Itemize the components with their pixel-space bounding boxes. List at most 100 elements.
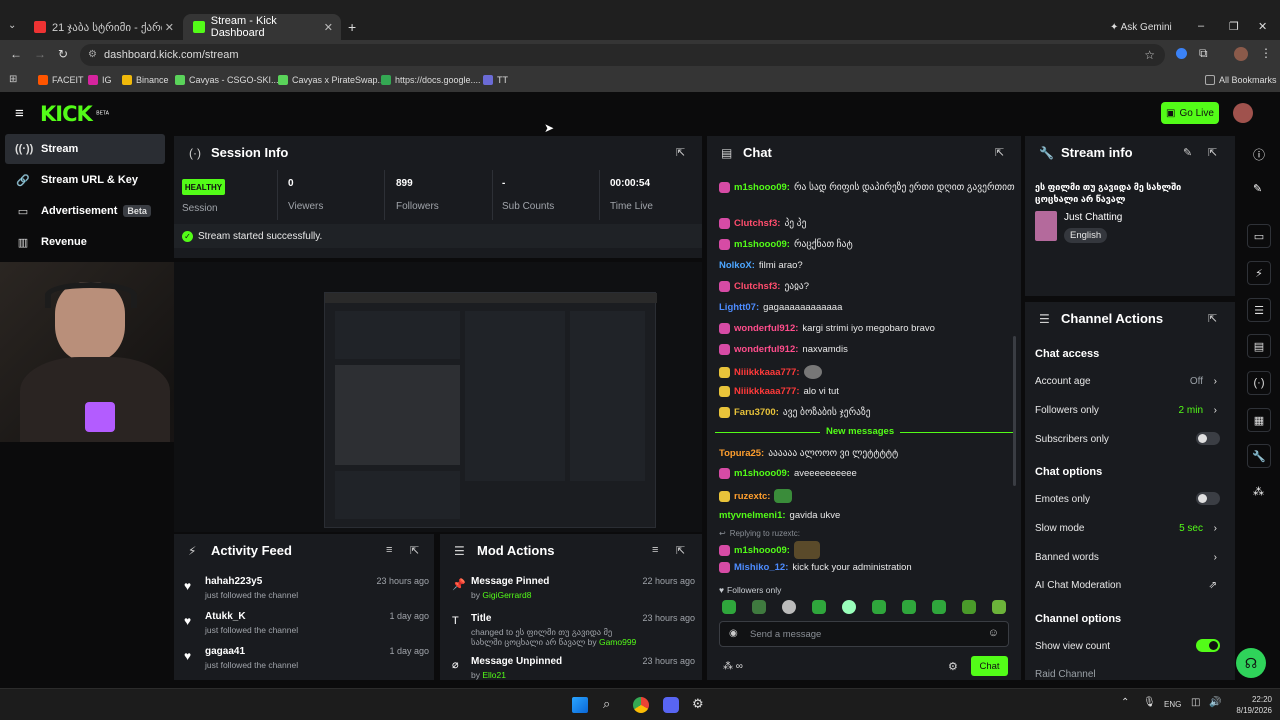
subscribers-only-toggle[interactable]: [1196, 432, 1220, 445]
lightning-icon[interactable]: ⚡: [1247, 261, 1271, 285]
gear-icon[interactable]: ⚙: [948, 660, 958, 673]
chat-username[interactable]: Niiikkkaaa777:: [734, 367, 800, 378]
ask-gemini-button[interactable]: ✦ Ask Gemini: [1110, 22, 1172, 33]
stream-info-icon[interactable]: ▦: [1247, 408, 1271, 432]
close-tab-icon[interactable]: ✕: [324, 21, 333, 34]
emotes-only-toggle[interactable]: [1196, 492, 1220, 505]
user-avatar[interactable]: [1233, 103, 1253, 123]
apps-grid-icon[interactable]: ⊞: [9, 74, 17, 85]
network-icon[interactable]: ◫: [1191, 697, 1200, 708]
chat-username[interactable]: m1shooo09:: [734, 468, 790, 479]
chat-bubble-icon[interactable]: ▤: [1247, 334, 1271, 358]
bookmark-docs[interactable]: https://docs.google....: [381, 75, 481, 85]
extensions-puzzle-icon[interactable]: ⧉: [1199, 46, 1208, 61]
back-icon[interactable]: ←: [10, 47, 22, 61]
raid-channel-row[interactable]: Raid Channel: [1035, 669, 1225, 680]
followers-only-row[interactable]: Followers only 2 min ›: [1035, 405, 1225, 416]
go-live-button[interactable]: ▣ Go Live: [1161, 102, 1219, 124]
kick-logo[interactable]: KICK BETA: [40, 102, 109, 126]
emote-icon[interactable]: [962, 600, 976, 614]
profile-avatar[interactable]: [1234, 47, 1248, 61]
steam-icon[interactable]: ⚙: [692, 696, 704, 712]
hamburger-menu-icon[interactable]: ≡: [15, 105, 24, 122]
filter-icon[interactable]: ≡: [652, 544, 658, 556]
emote-icon[interactable]: [752, 600, 766, 614]
maximize-icon[interactable]: ❐: [1229, 20, 1239, 33]
people-icon[interactable]: ⁂ ∞: [723, 661, 743, 672]
emote-icon[interactable]: [812, 600, 826, 614]
windows-start-icon[interactable]: [572, 697, 588, 713]
emote-icon[interactable]: [932, 600, 946, 614]
site-info-icon[interactable]: ⚙: [88, 44, 97, 66]
support-headset-button[interactable]: ☊: [1236, 648, 1266, 678]
chat-username[interactable]: m1shooo09:: [734, 545, 790, 556]
bookmark-star-icon[interactable]: ☆: [1144, 44, 1155, 66]
emoji-icon[interactable]: ☺: [988, 627, 999, 639]
reload-icon[interactable]: ↻: [58, 47, 68, 61]
account-age-row[interactable]: Account age Off ›: [1035, 376, 1225, 387]
chat-username[interactable]: Niiikkkaaa777:: [734, 386, 800, 397]
chat-username[interactable]: wonderful912:: [734, 323, 798, 334]
chat-username[interactable]: wonderful912:: [734, 344, 798, 355]
volume-icon[interactable]: 🔊: [1209, 697, 1221, 708]
tab-kick-dashboard[interactable]: Stream - Kick Dashboard ✕: [183, 14, 341, 40]
sidebar-item-revenue[interactable]: ▥ Revenue: [5, 227, 165, 257]
discord-icon[interactable]: [663, 697, 679, 713]
edit-pencil-icon[interactable]: ✎: [1253, 182, 1262, 195]
bookmark-cavyas-1[interactable]: Cavyas - CSGO-SKI...: [175, 75, 279, 85]
info-icon[interactable]: ⓘ: [1253, 146, 1265, 163]
ai-chat-moderation-row[interactable]: AI Chat Moderation ⇗: [1035, 580, 1225, 591]
bookmark-faceit[interactable]: FACEIT: [38, 75, 84, 85]
emote-icon[interactable]: [722, 600, 736, 614]
popout-icon[interactable]: ⇱: [676, 544, 685, 557]
popout-icon[interactable]: ⇱: [676, 146, 685, 159]
broadcast-icon[interactable]: (·): [1247, 371, 1271, 395]
emote-icon[interactable]: [782, 600, 796, 614]
show-view-count-toggle[interactable]: [1196, 639, 1220, 652]
chat-username[interactable]: m1shooo09:: [734, 239, 790, 250]
chat-username[interactable]: Lightt07:: [719, 302, 759, 313]
users-icon[interactable]: ⁂: [1253, 485, 1264, 498]
minimize-icon[interactable]: –: [1198, 20, 1204, 32]
chat-username[interactable]: Faru3700:: [734, 407, 779, 418]
browser-menu-icon[interactable]: ⋮: [1260, 46, 1272, 60]
tab-other[interactable]: 21 ჯაბა სტრიმი - ქართულ... ✕: [24, 14, 182, 40]
popout-icon[interactable]: ⇱: [1208, 312, 1217, 325]
forward-icon[interactable]: →: [34, 47, 46, 61]
wrench-icon[interactable]: 🔧: [1247, 444, 1271, 468]
emote-icon[interactable]: [842, 600, 856, 614]
chat-username[interactable]: Clutchsf3:: [734, 281, 780, 292]
send-chat-button[interactable]: Chat: [971, 656, 1008, 676]
chat-username[interactable]: Topura25:: [719, 448, 764, 459]
chat-settings-icon[interactable]: ◉: [729, 628, 738, 639]
extension-icon[interactable]: [1176, 48, 1187, 59]
address-bar[interactable]: ⚙ dashboard.kick.com/stream ☆: [80, 44, 1165, 66]
list-icon[interactable]: ☰: [1247, 298, 1271, 322]
layout-icon[interactable]: ▭: [1247, 224, 1271, 248]
new-tab-icon[interactable]: +: [348, 19, 356, 35]
chat-username[interactable]: m1shooo09:: [734, 182, 790, 193]
chat-input[interactable]: ◉ Send a message ☺: [719, 621, 1009, 647]
microphone-icon[interactable]: 🎙: [1143, 697, 1156, 708]
sidebar-item-stream-url[interactable]: 🔗 Stream URL & Key: [5, 165, 165, 195]
tray-chevron-icon[interactable]: ⌃: [1121, 697, 1129, 708]
chat-username[interactable]: Mishiko_12:: [734, 562, 788, 573]
mod-user[interactable]: GigiGerrard8: [482, 590, 531, 600]
input-language[interactable]: ENG: [1164, 700, 1181, 709]
bookmark-ig[interactable]: IG: [88, 75, 112, 85]
popout-icon[interactable]: ⇱: [1208, 146, 1217, 159]
mod-user[interactable]: Ello21: [482, 670, 506, 680]
chrome-icon[interactable]: [633, 697, 649, 713]
tab-list-chevron-icon[interactable]: ⌄: [8, 20, 16, 31]
close-tab-icon[interactable]: ✕: [165, 21, 174, 34]
bookmark-tt[interactable]: TT: [483, 75, 508, 85]
close-window-icon[interactable]: ✕: [1258, 20, 1267, 33]
chat-username[interactable]: Clutchsf3:: [734, 218, 780, 229]
popout-icon[interactable]: ⇱: [410, 544, 419, 557]
mod-user[interactable]: Gamo999: [599, 637, 636, 647]
chat-username[interactable]: NolkoX:: [719, 260, 755, 271]
emote-icon[interactable]: [872, 600, 886, 614]
sidebar-item-advertisement[interactable]: ▭ Advertisement Beta: [5, 196, 165, 226]
chat-username[interactable]: ruzextc:: [734, 491, 770, 502]
chat-scrollbar[interactable]: [1013, 336, 1016, 486]
